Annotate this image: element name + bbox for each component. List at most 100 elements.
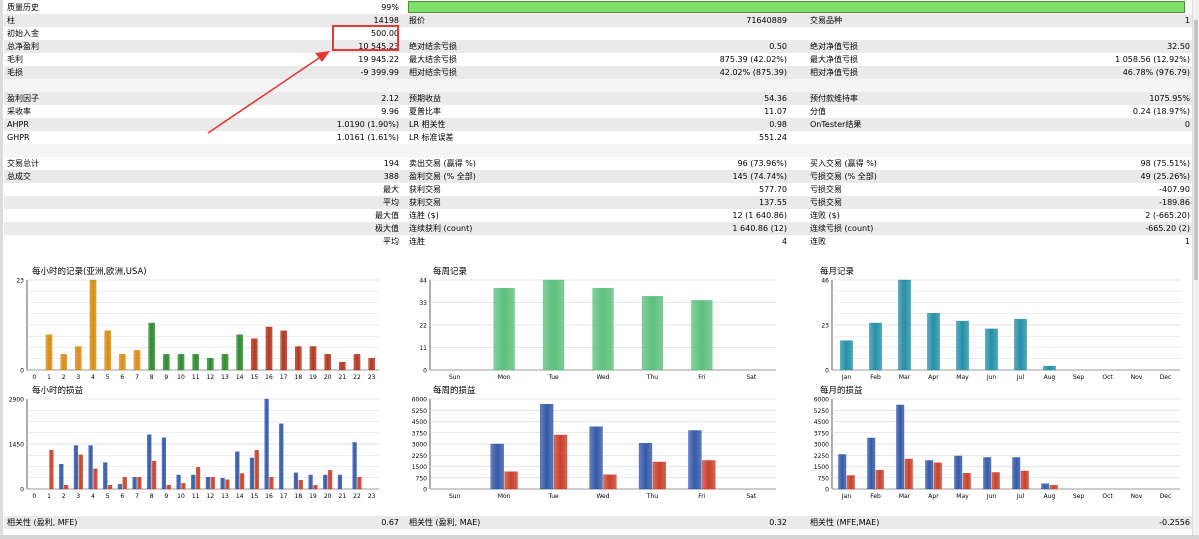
- vertical-scrollbar[interactable]: [1192, 0, 1199, 539]
- x-tick-label: Wed: [596, 493, 609, 500]
- chart-bar: [93, 468, 98, 490]
- chart-title: 每小时的记录(亚洲,欧洲,USA): [32, 266, 147, 277]
- y-tick-label: 750: [818, 475, 830, 482]
- chart-bar: [133, 350, 141, 371]
- y-tick-label: 1500: [412, 464, 427, 471]
- x-tick-label: 21: [339, 374, 347, 381]
- x-tick-label: Mon: [498, 374, 511, 381]
- stats-row: 最大值 连胜 ($) 12 (1 640.86) 连败 ($) 2 (-665.20): [4, 209, 1193, 222]
- x-tick-label: Tue: [547, 493, 559, 500]
- x-tick-label: Fri: [698, 493, 705, 500]
- x-tick-label: 0: [32, 493, 36, 500]
- x-tick-label: Sun: [449, 374, 461, 381]
- stat-value: 875.39 (42.02%): [719, 55, 787, 64]
- chart-bar: [254, 450, 259, 490]
- stats-row: 盈利因子 2.12 预期收益 54.36 预付款维持率 1075.95%: [4, 92, 1193, 105]
- stat-value: 最大值: [375, 211, 399, 220]
- x-tick-label: Feb: [870, 493, 881, 500]
- y-tick-label: 33: [419, 300, 427, 307]
- x-tick-label: Nov: [1131, 374, 1143, 381]
- x-tick-label: 12: [207, 374, 215, 381]
- x-tick-label: 1: [47, 374, 51, 381]
- x-tick-label: Fri: [698, 374, 705, 381]
- x-tick-label: 13: [221, 374, 229, 381]
- x-tick-label: Jan: [841, 493, 851, 500]
- x-tick-label: 3: [76, 374, 80, 381]
- stat-value: 1 058.56 (12.92%): [1115, 55, 1190, 64]
- x-tick-label: Thu: [646, 493, 658, 500]
- y-tick-label: 0: [20, 368, 24, 375]
- chart-bar: [652, 461, 666, 490]
- x-tick-label: Apr: [928, 493, 939, 500]
- y-tick-label: 5250: [814, 408, 829, 415]
- y-tick-label: 0: [423, 487, 427, 494]
- y-tick-label: 0: [423, 368, 427, 375]
- chart-bar: [702, 460, 716, 490]
- stat-label: 交易总计: [7, 159, 39, 168]
- chart-bar: [88, 445, 93, 490]
- stat-value: 9.96: [381, 107, 399, 116]
- highlight-box: [332, 25, 399, 51]
- chart-bar: [104, 330, 111, 371]
- chart-bar: [991, 472, 1000, 490]
- stats-row: 最大 获利交易 577.70 亏损交易 -407.90: [4, 183, 1193, 196]
- stat-value: 54.36: [764, 94, 787, 103]
- x-tick-label: 4: [91, 374, 95, 381]
- chart-bar: [207, 358, 214, 371]
- scrollbar-thumb[interactable]: [1194, 20, 1198, 280]
- y-tick-label: 2250: [814, 453, 829, 460]
- chart-bar: [925, 460, 934, 490]
- x-tick-label: 12: [207, 493, 215, 500]
- chart-bar: [490, 443, 504, 490]
- stats-row: 毛利 19 945.22 最大结余亏损 875.39 (42.02%) 最大净值亏损 1 …: [4, 53, 1193, 66]
- chart-bar: [956, 320, 969, 371]
- chart-bar: [983, 457, 992, 490]
- chart-bar: [846, 475, 855, 490]
- stat-value: 19 945.22: [358, 55, 399, 64]
- x-tick-label: Mon: [498, 493, 511, 500]
- stat-value: 96 (73.96%): [737, 159, 787, 168]
- x-tick-label: 1: [47, 493, 51, 500]
- stats-row: 柱 14198 报价 71640889 交易品种 1: [4, 14, 1193, 27]
- stats-row: 采收率 9.96 夏普比率 11.07 分值 0.24 (18.97%): [4, 105, 1193, 118]
- stats-row: 初始入金 500.00: [4, 27, 1193, 40]
- section-spacer: [4, 144, 1193, 157]
- stat-value: 1: [1184, 16, 1190, 25]
- stat-label: 初始入金: [7, 29, 39, 38]
- chart-bar: [280, 330, 287, 371]
- x-tick-label: Dec: [1160, 493, 1172, 500]
- chart-bar: [192, 354, 199, 371]
- x-tick-label: May: [956, 374, 969, 381]
- stat-value: 2.12: [381, 94, 399, 103]
- chart-bar: [985, 328, 998, 371]
- stat-value: 46.78% (976.79): [1122, 68, 1190, 77]
- chart-bar: [838, 454, 847, 490]
- x-tick-label: 23: [368, 374, 376, 381]
- x-tick-label: Dec: [1160, 374, 1172, 381]
- horizontal-scrollbar[interactable]: [0, 535, 1199, 539]
- x-tick-label: Tue: [547, 374, 559, 381]
- x-tick-label: 11: [192, 493, 200, 500]
- x-tick-label: Nov: [1131, 493, 1143, 500]
- x-tick-label: Mar: [899, 374, 911, 381]
- chart-bar: [688, 430, 702, 490]
- x-tick-label: 6: [120, 493, 124, 500]
- stat-value: 0.50: [769, 42, 787, 51]
- x-tick-label: 18: [295, 493, 303, 500]
- stat-label: [7, 235, 207, 248]
- chart-bar: [954, 455, 963, 490]
- chart-title: 每月记录: [820, 266, 855, 277]
- chart-bar: [327, 470, 333, 490]
- chart-bar: [540, 404, 554, 490]
- y-tick-label: 750: [416, 475, 428, 482]
- chart-bar: [122, 477, 127, 490]
- chart-bar: [148, 322, 155, 371]
- stat-label: 总成交: [7, 172, 31, 181]
- x-tick-label: Sat: [746, 374, 756, 381]
- chart-bar: [589, 426, 603, 490]
- y-tick-label: 22: [419, 323, 427, 330]
- x-tick-label: 15: [251, 374, 259, 381]
- x-tick-label: 2: [62, 493, 66, 500]
- stat-label: AHPR: [7, 120, 29, 129]
- stat-label: 质量历史: [7, 3, 39, 12]
